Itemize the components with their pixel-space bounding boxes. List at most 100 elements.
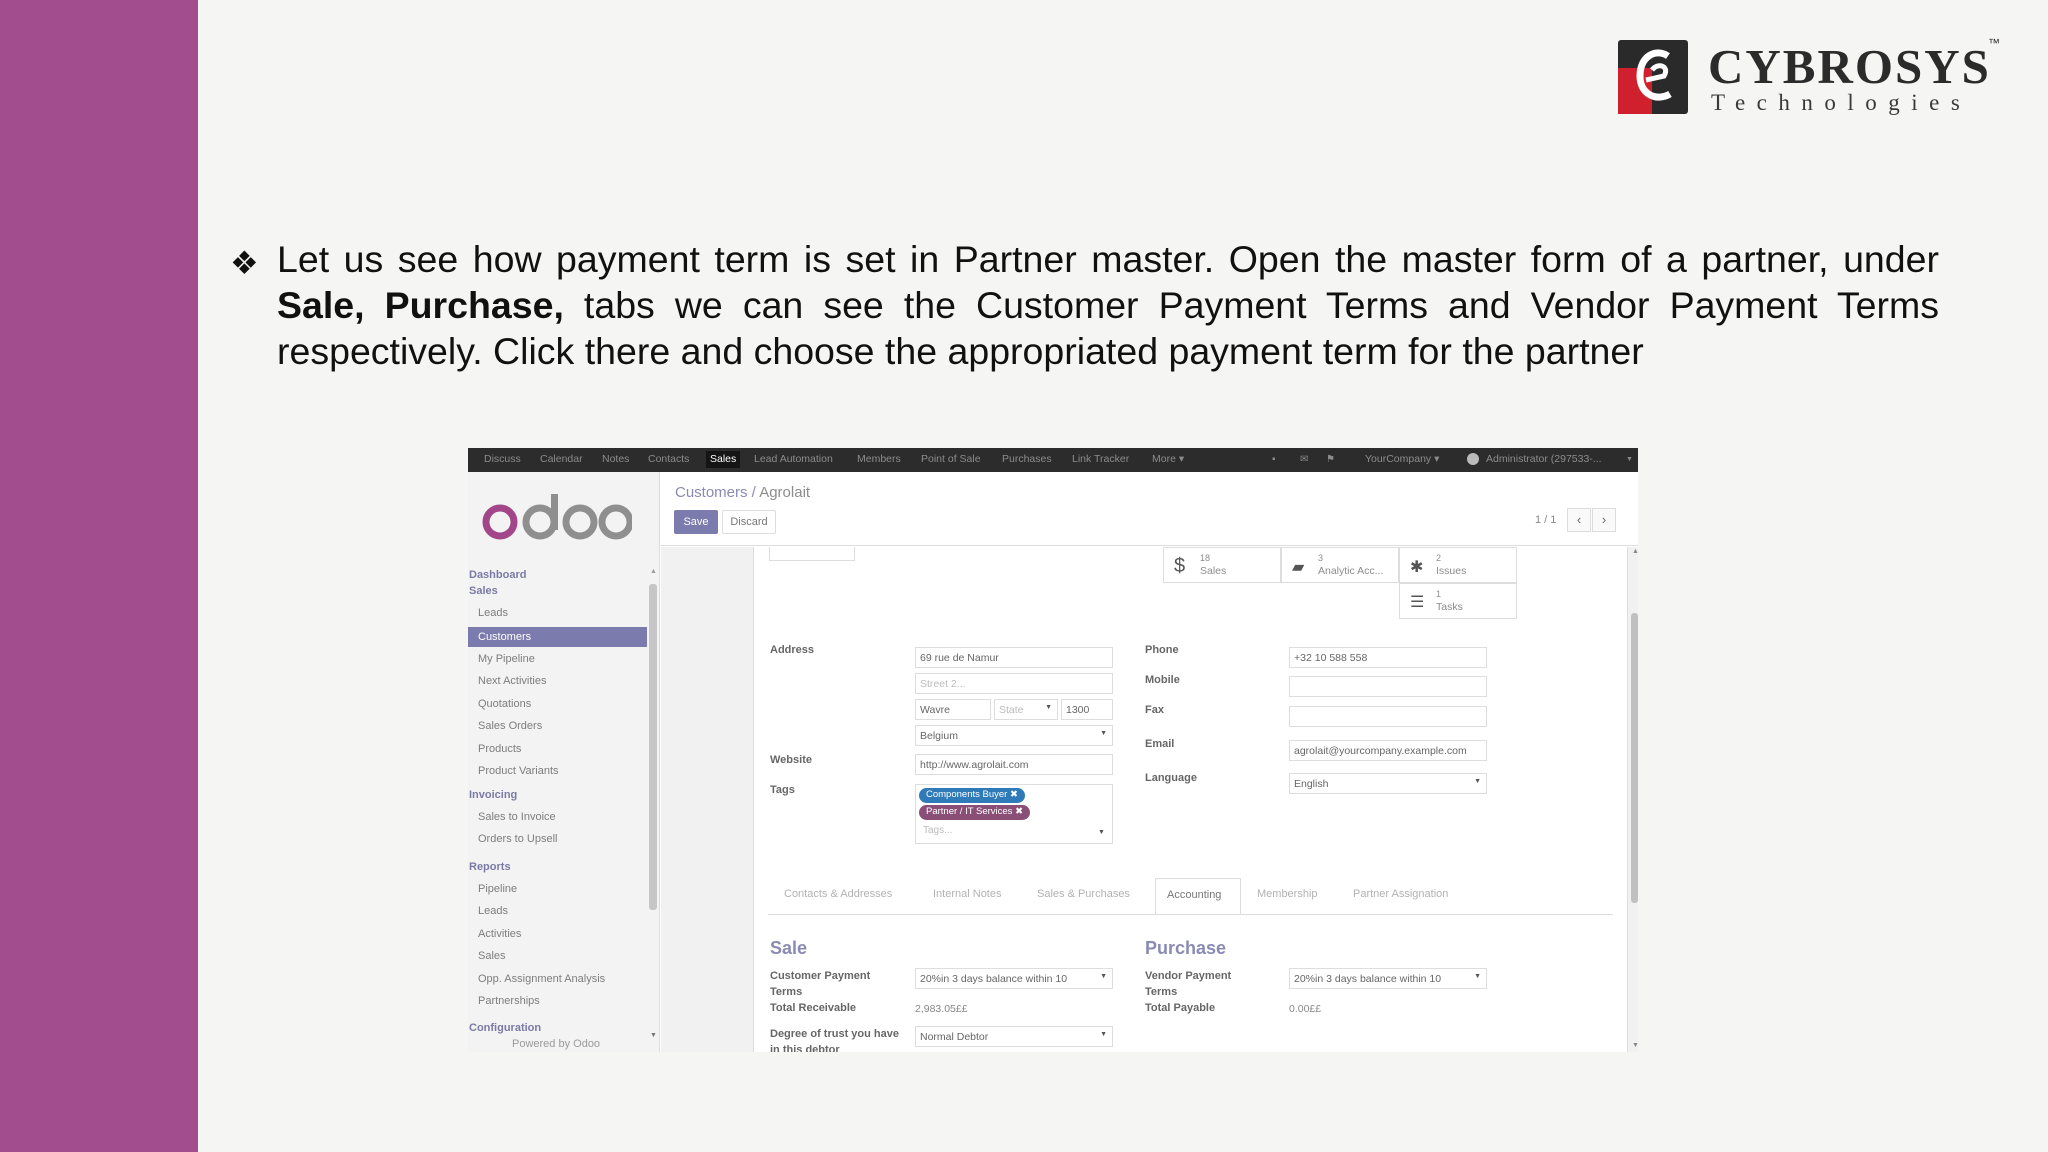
mobile-field[interactable] [1289, 676, 1487, 697]
save-button[interactable]: Save [674, 510, 718, 534]
tab-partner-assignation[interactable]: Partner Assignation [1353, 888, 1448, 900]
degree-of-trust-label: Degree of trust you have in this debtor [770, 1028, 899, 1052]
issues-smart-button[interactable]: ✱ 2 Issues [1399, 547, 1517, 583]
sidebar-section-reports: Reports [469, 861, 511, 873]
pager-previous-icon[interactable]: ‹ [1567, 508, 1591, 532]
main-scroll-up-icon[interactable]: ▲ [1632, 548, 1638, 555]
sidebar-section-configuration[interactable]: Configuration [469, 1022, 541, 1034]
sidebar-item-next-activities[interactable]: Next Activities [478, 675, 546, 687]
close-icon[interactable]: ✖ [1010, 789, 1018, 800]
sidebar-item-partnerships[interactable]: Partnerships [478, 995, 540, 1007]
smart-button-count: 1 [1436, 589, 1442, 599]
tab-internal-notes[interactable]: Internal Notes [933, 888, 1001, 900]
pager-next-icon[interactable]: › [1592, 508, 1616, 532]
tags-placeholder[interactable]: Tags... [923, 825, 952, 836]
bug-icon: ✱ [1410, 559, 1424, 576]
powered-by-odoo: Powered by Odoo [512, 1038, 601, 1050]
menu-more[interactable]: More ▾ [1152, 453, 1184, 465]
tasks-smart-button[interactable]: ☰ 1 Tasks [1399, 583, 1517, 619]
sidebar-scroll-down-icon[interactable]: ▼ [650, 1032, 657, 1039]
menu-contacts[interactable]: Contacts [648, 453, 689, 465]
email-field[interactable]: agrolait@yourcompany.example.com [1289, 740, 1487, 761]
sidebar-item-activities[interactable]: Activities [478, 928, 521, 940]
tag-components-buyer[interactable]: Components Buyer ✖ [919, 788, 1025, 803]
tab-contacts-addresses[interactable]: Contacts & Addresses [784, 888, 892, 900]
chevron-down-icon: ▼ [1100, 730, 1107, 737]
sidebar-item-sales-report[interactable]: Sales [478, 950, 506, 962]
sidebar-scroll-up-icon[interactable]: ▲ [650, 568, 657, 575]
sidebar-item-orders-to-upsell[interactable]: Orders to Upsell [478, 833, 557, 845]
phone-field[interactable]: +32 10 588 558 [1289, 647, 1487, 668]
menu-discuss[interactable]: Discuss [484, 453, 521, 465]
breadcrumb-parent[interactable]: Customers / [675, 484, 756, 501]
menu-point-of-sale[interactable]: Point of Sale [921, 453, 981, 465]
tag-partner-it-services[interactable]: Partner / IT Services ✖ [919, 805, 1031, 820]
partner-image-box[interactable] [769, 547, 855, 561]
mobile-label: Mobile [1145, 674, 1180, 686]
chevron-down-icon: ▼ [1100, 973, 1107, 980]
analytic-accounts-smart-button[interactable]: ▰ 3 Analytic Acc... [1281, 547, 1399, 583]
sidebar-scrollbar[interactable] [649, 584, 657, 910]
odoo-logo[interactable] [482, 488, 632, 544]
menu-link-tracker[interactable]: Link Tracker [1072, 453, 1129, 465]
user-avatar[interactable] [1467, 453, 1479, 465]
city-field[interactable]: Wavre [915, 699, 991, 720]
messages-icon[interactable]: ✉ [1300, 454, 1310, 465]
breadcrumb: Customers / Agrolait [675, 484, 810, 501]
menu-sales[interactable]: Sales [706, 451, 741, 468]
sidebar-item-leads[interactable]: Leads [478, 607, 508, 619]
activity-icon[interactable]: ⚑ [1326, 454, 1336, 465]
zip-field[interactable]: 1300 [1061, 699, 1113, 720]
menu-members[interactable]: Members [857, 453, 901, 465]
chevron-down-icon[interactable]: ▼ [1626, 456, 1636, 466]
vendor-payment-terms-select[interactable]: 20%in 3 days balance within 10 ▼ [1289, 968, 1487, 989]
sidebar-section-dashboard[interactable]: Dashboard [469, 569, 526, 581]
street2-field[interactable]: Street 2... [915, 673, 1113, 694]
discard-button[interactable]: Discard [722, 510, 776, 534]
sales-smart-button[interactable]: $ 18 Sales [1163, 547, 1281, 583]
brand-subtitle: Technologies [1711, 90, 1972, 115]
sidebar-item-products[interactable]: Products [478, 743, 521, 755]
main-scroll-down-icon[interactable]: ▼ [1632, 1042, 1638, 1049]
sidebar-item-sales-orders[interactable]: Sales Orders [478, 720, 542, 732]
instruction-text-bold: Sale, Purchase, [277, 284, 564, 326]
country-select[interactable]: Belgium ▼ [915, 725, 1113, 746]
menu-notes[interactable]: Notes [602, 453, 629, 465]
state-select[interactable]: State ▼ [994, 699, 1058, 720]
smart-button-label: Analytic Acc... [1318, 565, 1384, 577]
chevron-down-icon: ▼ [1045, 704, 1052, 711]
sidebar-item-opp-assignment-analysis[interactable]: Opp. Assignment Analysis [478, 973, 605, 985]
dollar-icon: $ [1174, 555, 1186, 577]
sidebar-item-quotations[interactable]: Quotations [478, 698, 531, 710]
language-select[interactable]: English ▼ [1289, 773, 1487, 794]
email-label: Email [1145, 738, 1175, 750]
tab-membership[interactable]: Membership [1257, 888, 1318, 900]
language-label: Language [1145, 772, 1197, 784]
main-scrollbar[interactable] [1631, 613, 1638, 903]
fax-field[interactable] [1289, 706, 1487, 727]
sidebar-item-pipeline[interactable]: Pipeline [478, 883, 517, 895]
customer-payment-terms-select[interactable]: 20%in 3 days balance within 10 ▼ [915, 968, 1113, 989]
menu-calendar[interactable]: Calendar [540, 453, 583, 465]
tab-sales-purchases[interactable]: Sales & Purchases [1037, 888, 1130, 900]
chevron-down-icon[interactable]: ▼ [1098, 829, 1105, 836]
sidebar-item-product-variants[interactable]: Product Variants [478, 765, 559, 777]
menu-lead-automation[interactable]: Lead Automation [754, 453, 833, 465]
sidebar-item-customers[interactable]: Customers [468, 627, 647, 647]
user-menu[interactable]: Administrator (297533-... [1486, 453, 1602, 465]
sidebar: ▲ ▼ Dashboard Sales Leads Customers My P… [468, 472, 660, 1052]
close-icon[interactable]: ✖ [1015, 806, 1023, 817]
tab-accounting[interactable]: Accounting [1155, 878, 1241, 915]
tasks-icon: ☰ [1410, 594, 1425, 611]
chat-icon[interactable]: ▪ [1272, 454, 1282, 465]
sidebar-item-leads-report[interactable]: Leads [478, 905, 508, 917]
street-field[interactable]: 69 rue de Namur [915, 647, 1113, 668]
menu-purchases[interactable]: Purchases [1002, 453, 1052, 465]
pager-counter[interactable]: 1 / 1 [1535, 514, 1556, 526]
cybrosys-logo: CYBROSYS ™ Technologies [1616, 36, 2006, 120]
company-switcher[interactable]: YourCompany ▾ [1365, 453, 1439, 465]
sidebar-item-sales-to-invoice[interactable]: Sales to Invoice [478, 811, 556, 823]
sidebar-item-my-pipeline[interactable]: My Pipeline [478, 653, 535, 665]
website-field[interactable]: http://www.agrolait.com [915, 754, 1113, 775]
degree-of-trust-select[interactable]: Normal Debtor ▼ [915, 1026, 1113, 1047]
